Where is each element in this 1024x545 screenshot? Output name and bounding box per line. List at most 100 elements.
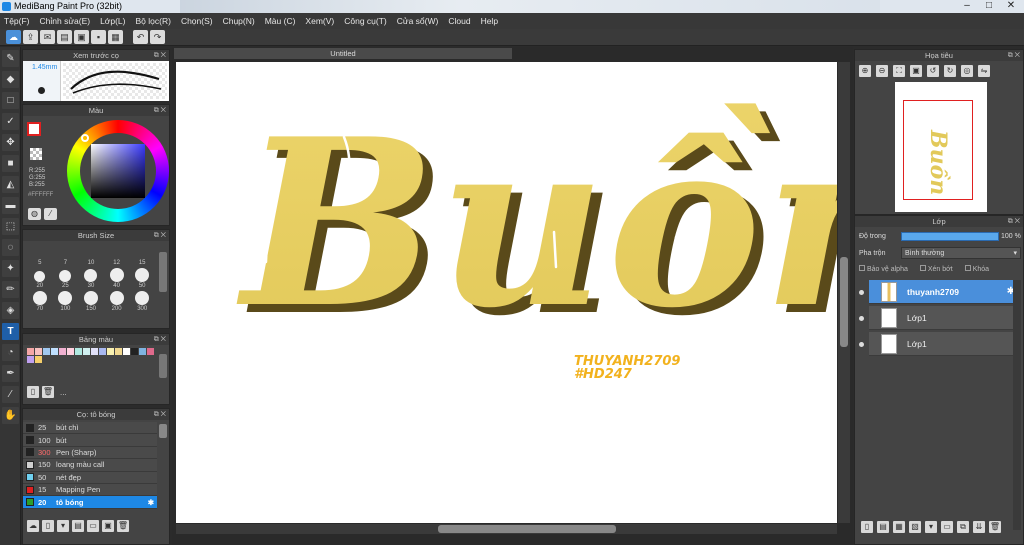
vertical-scrollbar[interactable]: [838, 62, 850, 523]
vertical-scroll-thumb[interactable]: [840, 257, 848, 347]
navigator-preview[interactable]: Buồn: [895, 82, 987, 212]
lock-checkbox[interactable]: Khóa: [964, 265, 989, 273]
color-picker-handle[interactable]: [81, 134, 89, 142]
gradient-tool-icon[interactable]: ▬: [2, 197, 19, 214]
brush-item[interactable]: 300 Pen (Sharp): [23, 446, 157, 460]
panel-controls-icon[interactable]: ⧉ ✕: [154, 334, 166, 345]
save-icon[interactable]: ▪: [91, 30, 106, 44]
palette-swatch[interactable]: [27, 356, 34, 363]
brush-copy-icon[interactable]: ▣: [102, 520, 114, 532]
layer-list-scrollbar[interactable]: [1013, 280, 1021, 530]
brush-size-option[interactable]: 300: [129, 290, 155, 312]
palette-swatch[interactable]: [99, 348, 106, 355]
lasso-tool-icon[interactable]: ◌: [2, 239, 19, 256]
upload-icon[interactable]: ⇪: [23, 30, 38, 44]
palette-swatch[interactable]: [35, 356, 42, 363]
brush-item[interactable]: 25 bút chì: [23, 422, 157, 435]
merge-layer-icon[interactable]: ⇊: [973, 521, 985, 533]
palette-swatch[interactable]: [83, 348, 90, 355]
undo-icon[interactable]: ↶: [133, 30, 148, 44]
layer-visibility-icon[interactable]: [859, 316, 864, 321]
new-1bit-layer-icon[interactable]: ▧: [909, 521, 921, 533]
layer-visibility-icon[interactable]: [859, 290, 864, 295]
palette-swatch[interactable]: [27, 348, 34, 355]
menu-layer[interactable]: Lớp(L): [100, 16, 125, 26]
horizontal-scroll-thumb[interactable]: [438, 525, 616, 533]
palette-swatch[interactable]: [115, 348, 122, 355]
eyedropper-tool-icon[interactable]: ⁄: [2, 386, 19, 403]
add-brush-icon[interactable]: ▯: [42, 520, 54, 532]
cloud-icon[interactable]: ☁: [6, 30, 21, 44]
delete-color-icon[interactable]: 🗑: [42, 386, 54, 398]
fit-screen-icon[interactable]: ⛶: [893, 65, 905, 77]
transparent-color-swatch[interactable]: [30, 148, 42, 160]
brush-item[interactable]: 15 Mapping Pen: [23, 483, 157, 497]
brush-size-option[interactable]: 150: [78, 290, 104, 312]
palette-swatch[interactable]: [75, 348, 82, 355]
rect-tool-icon[interactable]: □: [2, 92, 19, 109]
new-layer-icon[interactable]: ▯: [861, 521, 873, 533]
menu-capture[interactable]: Chụp(N): [223, 16, 255, 26]
palette-swatch[interactable]: [123, 348, 130, 355]
panel-controls-icon[interactable]: ⧉ ✕: [154, 50, 166, 61]
palette-swatch[interactable]: [51, 348, 58, 355]
duplicate-layer-icon[interactable]: ⧉: [957, 521, 969, 533]
brush-size-option[interactable]: 70: [27, 290, 53, 312]
layer-folder-icon[interactable]: ▭: [941, 521, 953, 533]
select-brush-tool-icon[interactable]: ✏: [2, 281, 19, 298]
brush-size-option[interactable]: 10: [78, 244, 104, 266]
brush-size-option[interactable]: 20: [27, 267, 53, 289]
delete-layer-icon[interactable]: 🗑: [989, 521, 1001, 533]
palette-swatch[interactable]: [35, 348, 42, 355]
magic-wand-tool-icon[interactable]: ✦: [2, 260, 19, 277]
panel-controls-icon[interactable]: ⧉ ✕: [154, 409, 166, 420]
layer-row[interactable]: Lớp1: [869, 332, 1019, 356]
marquee-tool-icon[interactable]: ⬚: [2, 218, 19, 235]
open-file-icon[interactable]: ▣: [74, 30, 89, 44]
menu-color[interactable]: Màu (C): [265, 16, 296, 26]
brush-size-option[interactable]: 12: [104, 244, 130, 266]
eyedropper-icon[interactable]: ⁄: [44, 208, 57, 220]
cloud-brush-icon[interactable]: ☁: [27, 520, 39, 532]
grid-icon[interactable]: ▦: [108, 30, 123, 44]
add-brush-menu-icon[interactable]: ▾: [57, 520, 69, 532]
brush-item[interactable]: 50 nét đẹp: [23, 471, 157, 484]
menu-cloud[interactable]: Cloud: [448, 16, 470, 26]
fill-tool-icon[interactable]: ◭: [2, 176, 19, 193]
redo-icon[interactable]: ↷: [150, 30, 165, 44]
brush-size-option[interactable]: 15: [129, 244, 155, 266]
zoom-in-icon[interactable]: ⊕: [859, 65, 871, 77]
brush-item[interactable]: 100 bút: [23, 434, 157, 447]
brush-item[interactable]: 150 loang màu call: [23, 459, 157, 472]
reset-rotation-icon[interactable]: ◎: [961, 65, 973, 77]
panel-controls-icon[interactable]: ⧉ ✕: [154, 105, 166, 116]
move-tool-icon[interactable]: ✥: [2, 134, 19, 151]
blur-tool-icon[interactable]: ◔: [2, 344, 19, 361]
brush-size-option[interactable]: 200: [104, 290, 130, 312]
comment-icon[interactable]: ✉: [40, 30, 55, 44]
layer-row-selected[interactable]: thuyanh2709 ✱: [869, 280, 1019, 304]
select-pen-tool-icon[interactable]: ✓: [2, 113, 19, 130]
layer-row[interactable]: Lớp1: [869, 306, 1019, 330]
hand-tool-icon[interactable]: ✋: [2, 407, 19, 424]
brush-size-option[interactable]: 40: [104, 267, 130, 289]
new-halftone-layer-icon[interactable]: ▤: [877, 521, 889, 533]
brush-tool-icon[interactable]: ✎: [2, 50, 19, 67]
horizontal-scrollbar[interactable]: [176, 524, 837, 534]
minimize-button[interactable]: –: [956, 0, 978, 13]
maximize-button[interactable]: □: [978, 0, 1000, 13]
palette-swatch[interactable]: [67, 348, 74, 355]
palette-more-button[interactable]: ...: [60, 388, 67, 397]
palette-swatch[interactable]: [131, 348, 138, 355]
palette-swatch[interactable]: [43, 348, 50, 355]
menu-window[interactable]: Cửa sổ(W): [397, 16, 439, 26]
panel-controls-icon[interactable]: ⧉ ✕: [1008, 216, 1020, 227]
panel-controls-icon[interactable]: ⧉ ✕: [154, 230, 166, 241]
menu-select[interactable]: Chọn(S): [181, 16, 213, 26]
text-tool-icon[interactable]: T: [2, 323, 19, 340]
saturation-value-square[interactable]: [91, 144, 145, 198]
menu-filter[interactable]: Bộ lọc(R): [136, 16, 171, 26]
flip-icon[interactable]: ⇋: [978, 65, 990, 77]
foreground-color-swatch[interactable]: [27, 122, 41, 136]
hue-wheel[interactable]: [67, 120, 169, 222]
